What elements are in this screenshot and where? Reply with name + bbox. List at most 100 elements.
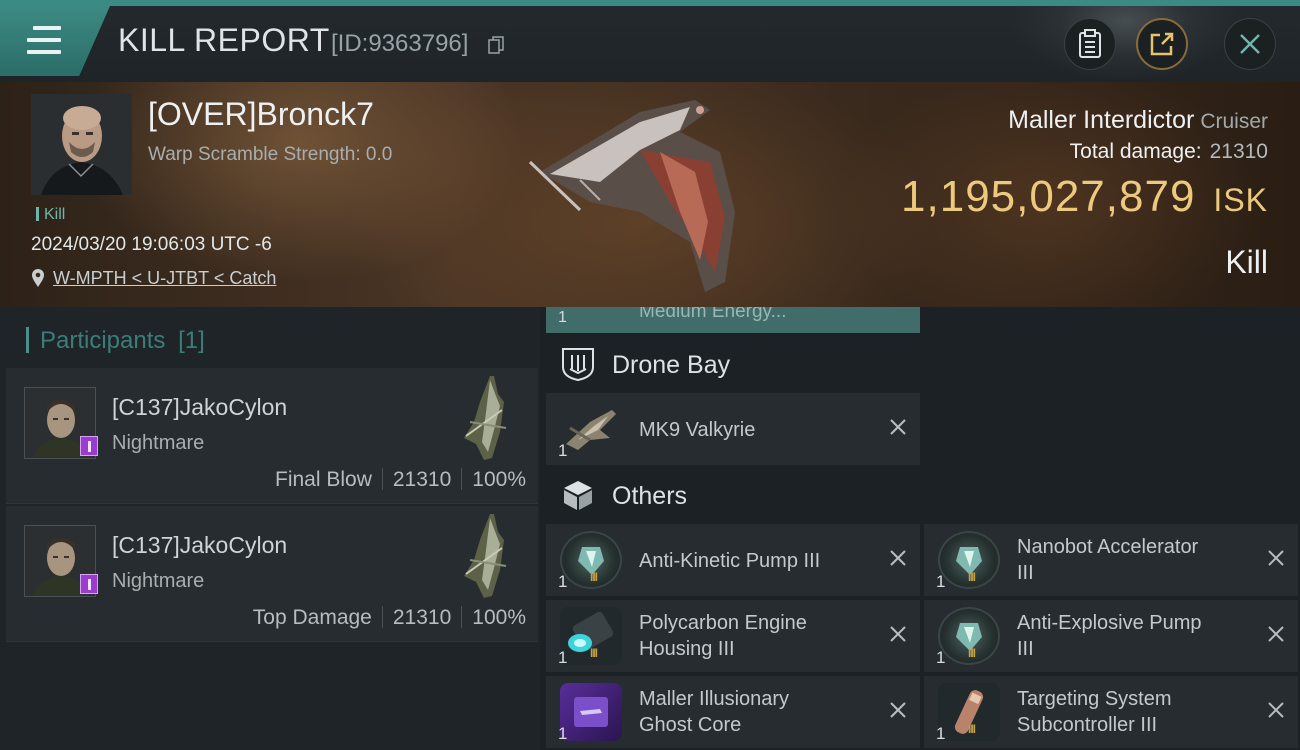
others-item[interactable]: III 1 Anti-Kinetic Pump III: [546, 524, 920, 596]
isk-amount: 1,195,027,879: [901, 172, 1196, 221]
ghost-core-icon: [560, 683, 622, 741]
participant-role: Top Damage: [252, 606, 372, 629]
participant-name[interactable]: [C137]JakoCylon: [112, 394, 287, 421]
victim-portrait[interactable]: [31, 94, 132, 195]
warp-scramble-strength: Warp Scramble Strength: 0.0: [148, 144, 393, 165]
participant-card[interactable]: [C137]JakoCylon Nightmare Top Damage 2131…: [6, 506, 538, 642]
item-label-line2: III: [1017, 562, 1034, 584]
cube-icon: [564, 481, 592, 510]
divider: [381, 606, 383, 628]
victim-ship-name[interactable]: Maller Interdictor Cruiser: [1008, 106, 1268, 135]
total-damage-value: 21310: [1209, 140, 1268, 163]
corp-badge-icon: [80, 436, 98, 456]
share-icon: [1150, 32, 1174, 56]
item-label: Maller Illusionary: [639, 688, 790, 710]
remove-icon[interactable]: [888, 624, 908, 644]
valkyrie-drone-icon: [566, 410, 616, 450]
kill-tag: Kill: [36, 206, 65, 224]
item-label: Targeting System: [1017, 688, 1172, 710]
item-label: Anti-Kinetic Pump III: [639, 550, 821, 572]
remove-icon[interactable]: [888, 417, 908, 437]
tier-badge: III: [968, 722, 976, 736]
item-label: Nanobot Accelerator: [1017, 536, 1199, 558]
tier-badge: III: [968, 570, 976, 584]
participant-damage: 21310: [392, 606, 452, 629]
items-panel: 1 Medium Energy... Drone Bay 1 MK9 Valky…: [540, 307, 1300, 750]
remove-icon[interactable]: [888, 548, 908, 568]
participant-stats: Final Blow 21310 100%: [275, 468, 526, 492]
participant-ship-image: [464, 514, 507, 598]
others-item[interactable]: III 1 Targeting System Subcontroller III: [924, 676, 1298, 748]
remove-icon[interactable]: [1266, 548, 1286, 568]
fitted-item-row[interactable]: 1 Medium Energy...: [546, 307, 920, 333]
tier-badge: III: [968, 646, 976, 660]
drone-bay-section: Drone Bay: [546, 337, 1300, 393]
kill-result: Kill: [1225, 244, 1268, 280]
participant-stats: Top Damage 21310 100%: [253, 606, 526, 630]
drone-bay-icon: [562, 348, 594, 381]
clipboard-button[interactable]: [1064, 18, 1116, 70]
tier-badge: III: [590, 570, 598, 584]
item-quantity: 1: [558, 441, 568, 460]
others-section: Others: [546, 468, 1300, 524]
tier-badge: III: [590, 646, 598, 660]
others-item[interactable]: III 1 Nanobot Accelerator III: [924, 524, 1298, 596]
menu-icon: [27, 26, 61, 54]
total-damage-label: Total damage:: [1069, 140, 1202, 163]
remove-icon[interactable]: [1266, 700, 1286, 720]
kill-datetime: 2024/03/20 19:06:03 UTC -6: [31, 234, 272, 255]
total-damage: Total damage: 21310: [1070, 140, 1268, 164]
remove-icon[interactable]: [888, 700, 908, 720]
corp-badge-icon: [80, 574, 98, 594]
item-label: Anti-Explosive Pump: [1017, 612, 1202, 634]
participant-card[interactable]: [C137]JakoCylon Nightmare Final Blow 2131…: [6, 368, 538, 504]
participant-role: Final Blow: [275, 468, 372, 491]
item-quantity: 1: [558, 309, 567, 326]
participant-ship: Nightmare: [112, 570, 205, 592]
item-quantity: 1: [558, 724, 568, 743]
drone-bay-title: Drone Bay: [612, 351, 731, 379]
divider: [461, 468, 463, 490]
isk-unit: ISK: [1213, 182, 1268, 218]
participant-percent: 100%: [472, 606, 526, 629]
item-quantity: 1: [558, 572, 568, 591]
participants-title: Participants: [40, 327, 166, 354]
divider: [461, 606, 463, 628]
participant-percent: 100%: [472, 468, 526, 491]
page-title: KILL REPORT: [118, 22, 330, 58]
item-label-line2: Subcontroller III: [1017, 714, 1158, 736]
close-icon: [1240, 34, 1260, 54]
copy-icon[interactable]: [488, 36, 504, 54]
report-id: [ID:9363796]: [331, 30, 469, 57]
participant-name[interactable]: [C137]JakoCylon: [112, 532, 287, 559]
top-bar: KILL REPORT [ID:9363796]: [0, 0, 1300, 82]
others-item[interactable]: 1 Maller Illusionary Ghost Core: [546, 676, 920, 748]
others-title: Others: [612, 482, 688, 510]
item-label-line2: Housing III: [639, 638, 735, 660]
participant-ship: Nightmare: [112, 432, 205, 454]
divider: [381, 468, 383, 490]
participants-panel: Participants [1] [C137]JakoCylon Nightma…: [0, 307, 540, 750]
ship-class: Cruiser: [1200, 110, 1268, 133]
participants-count: [1]: [178, 327, 205, 354]
victim-name[interactable]: [OVER]Bronck7: [148, 96, 374, 133]
isk-value: 1,195,027,879 ISK: [901, 172, 1268, 222]
item-label-line2: Ghost Core: [639, 714, 742, 736]
victim-ship-image: [528, 100, 735, 292]
others-item[interactable]: III 1 Polycarbon Engine Housing III: [546, 600, 920, 672]
participant-damage: 21310: [392, 468, 452, 491]
others-item[interactable]: III 1 Anti-Explosive Pump III: [924, 600, 1298, 672]
item-quantity: 1: [936, 724, 946, 743]
share-button[interactable]: [1136, 18, 1188, 70]
close-button[interactable]: [1224, 18, 1276, 70]
item-quantity: 1: [558, 648, 568, 667]
drone-item[interactable]: 1 MK9 Valkyrie: [546, 393, 920, 465]
item-quantity: 1: [936, 572, 946, 591]
victim-banner: [OVER]Bronck7 Warp Scramble Strength: 0.…: [0, 82, 1300, 307]
header-decoration: [1010, 6, 1240, 82]
location-pin-icon: [32, 269, 44, 287]
ship-name-text: Maller Interdictor: [1008, 106, 1195, 134]
remove-icon[interactable]: [1266, 624, 1286, 644]
menu-button[interactable]: [0, 6, 110, 76]
location-link[interactable]: W-MPTH < U-JTBT < Catch: [53, 268, 276, 289]
